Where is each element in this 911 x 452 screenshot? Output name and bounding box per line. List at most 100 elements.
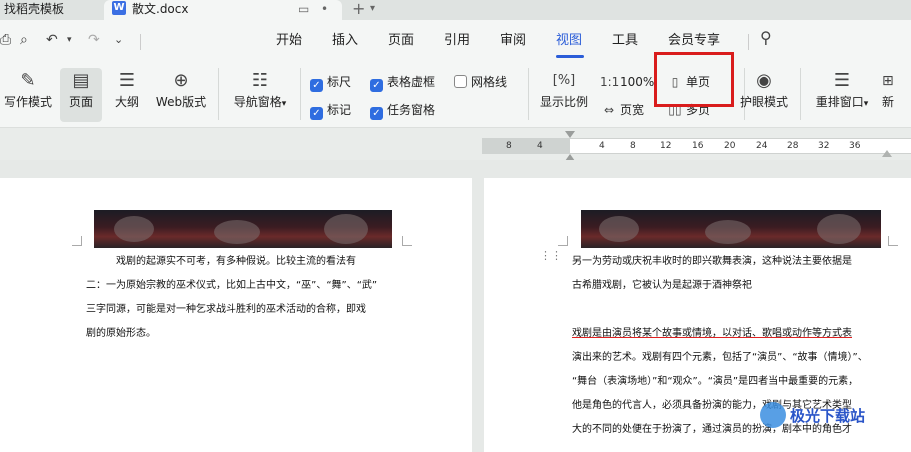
paragraph-line: “舞台（表演场地）”和“观众”。“演员”是四者当中最重要的元素，	[572, 376, 859, 387]
zoom-button[interactable]: [%] 显示比例	[536, 68, 592, 122]
view-ribbon: ✎ 写作模式 ▤ 页面 ☰ 大纲 ⊕ Web版式 ☷ 导航窗格▾ ✓ 标尺 ✓ 表格…	[0, 60, 911, 128]
highlight-box	[654, 52, 734, 107]
more-icon[interactable]: ⌄	[114, 32, 123, 48]
write-mode-button[interactable]: ✎ 写作模式	[2, 68, 54, 122]
check-icon: ✓	[370, 107, 383, 120]
page-banner-image	[581, 210, 881, 248]
paragraph-line: 戏剧的起源实不可考，有多种假说。比较主流的看法有	[116, 256, 356, 267]
ruler-tick: 36	[849, 141, 861, 151]
zoom-100-label: 100%	[620, 75, 655, 89]
tab-document-label: 散文.docx	[132, 2, 189, 16]
menu-member[interactable]: 会员专享	[668, 32, 720, 50]
outline-icon: ☰	[118, 70, 136, 91]
menu-row: ⎙ ⌕ ↶ ▾ ↷ ⌄ 开始 插入 页面 引用 审阅 视图 工具 会员专享 ⚲	[0, 20, 911, 60]
paragraph-line: 剧的原始形态。	[86, 328, 156, 339]
checkbox-empty-icon	[454, 75, 467, 88]
new-tab-button[interactable]: +	[352, 0, 365, 18]
zoom-100-button[interactable]: 1:1100%	[600, 74, 654, 90]
divider	[140, 34, 141, 50]
ruler-tick: 28	[787, 141, 799, 151]
redo-icon[interactable]: ↷	[88, 32, 100, 48]
outline-button[interactable]: ☰ 大纲	[108, 68, 146, 122]
menu-insert[interactable]: 插入	[332, 32, 358, 50]
divider	[748, 34, 749, 50]
page-width-button[interactable]: ⇔ 页宽	[600, 102, 644, 118]
one-to-one-icon: 1:1	[600, 75, 620, 89]
menu-view[interactable]: 视图	[556, 32, 582, 50]
divider	[218, 68, 219, 120]
web-layout-button[interactable]: ⊕ Web版式	[152, 68, 210, 122]
ruler-margin	[482, 138, 570, 154]
dot-icon[interactable]: •	[321, 0, 328, 18]
margin-mark	[72, 236, 82, 246]
new-window-button[interactable]: ⊞ 新	[882, 68, 911, 122]
paragraph-line: 另一为劳动或庆祝丰收时的即兴歌舞表演，这种说法主要依据是	[572, 256, 852, 267]
eye-icon: ◉	[756, 70, 772, 91]
tab-bar: 找稻壳模板 W 散文.docx ▭ • + ▾	[0, 0, 911, 20]
eye-protect-label: 护眼模式	[739, 95, 788, 109]
pen-icon: ✎	[20, 70, 36, 91]
chevron-down-icon: ▾	[281, 99, 287, 109]
menu-references[interactable]: 引用	[444, 32, 470, 50]
menu-home[interactable]: 开始	[276, 32, 302, 50]
page-view-button[interactable]: ▤ 页面	[60, 68, 102, 122]
menu-tools[interactable]: 工具	[612, 32, 638, 50]
table-gridlines-checkbox[interactable]: ✓ 表格虚框	[370, 74, 435, 92]
left-page[interactable]: 戏剧的起源实不可考，有多种假说。比较主流的看法有 二：一为原始宗教的巫术仪式，比…	[0, 178, 472, 452]
task-pane-checkbox[interactable]: ✓ 任务窗格	[370, 102, 435, 120]
gridlines-checkbox[interactable]: 网格线	[454, 74, 507, 90]
globe-icon: ⊕	[173, 70, 189, 91]
menu-page[interactable]: 页面	[388, 32, 414, 50]
undo-icon[interactable]: ↶	[46, 32, 58, 48]
first-line-indent-marker[interactable]	[565, 131, 575, 138]
ruler-tick: 20	[724, 141, 736, 151]
print-icon[interactable]: ⎙	[0, 32, 11, 48]
ruler-tick: 8	[506, 141, 512, 151]
margin-mark	[558, 236, 568, 246]
tab-dropdown-icon[interactable]: ▾	[370, 0, 375, 18]
ruler-tick: 4	[537, 141, 543, 151]
tab-template[interactable]: 找稻壳模板	[0, 0, 100, 20]
divider	[528, 68, 529, 120]
nav-pane-label: 导航窗格	[233, 95, 282, 109]
task-pane-label: 任务窗格	[387, 103, 436, 117]
rearrange-window-button[interactable]: ☰ 重排窗口▾	[810, 68, 874, 122]
nav-pane-button[interactable]: ☷ 导航窗格▾	[228, 68, 292, 122]
eye-protect-button[interactable]: ◉ 护眼模式	[736, 68, 792, 122]
rearrange-label: 重排窗口	[815, 95, 864, 109]
word-doc-icon: W	[112, 1, 126, 15]
screen-icon[interactable]: ▭	[298, 0, 309, 18]
watermark-logo-icon	[760, 402, 786, 428]
drag-handle-icon[interactable]: ⋮⋮	[540, 250, 562, 261]
margin-mark	[402, 236, 412, 246]
web-layout-label: Web版式	[155, 95, 207, 109]
table-gridlines-label: 表格虚框	[387, 75, 436, 89]
ruler-tick: 4	[599, 141, 605, 151]
paragraph-line: 古希腊戏剧，它被认为是起源于酒神祭祀	[572, 280, 752, 291]
page-icon: ▤	[72, 70, 90, 91]
right-indent-marker[interactable]	[882, 150, 892, 157]
undo-dropdown-icon[interactable]: ▾	[67, 32, 72, 48]
paragraph-line: 二：一为原始宗教的巫术仪式，比如上古中文，“巫”、“舞”、“武”	[86, 280, 378, 291]
ruler-tick: 16	[692, 141, 704, 151]
check-icon: ✓	[310, 107, 323, 120]
divider	[300, 68, 301, 120]
ruler-tick: 12	[660, 141, 672, 151]
print-preview-icon[interactable]: ⌕	[20, 32, 28, 48]
check-icon: ✓	[370, 79, 383, 92]
gridlines-label: 网格线	[471, 75, 508, 89]
outline-label: 大纲	[114, 95, 139, 109]
markup-label: 标记	[327, 103, 352, 117]
page-width-icon: ⇔	[603, 103, 615, 117]
page-banner-image	[94, 210, 392, 248]
paragraph-line: 三字同源，可能是对一种乞求战斗胜利的巫术活动的合称，即戏	[86, 304, 366, 315]
ruler-tick: 8	[630, 141, 636, 151]
ruler-label: 标尺	[327, 75, 352, 89]
menu-review[interactable]: 审阅	[500, 32, 526, 50]
ruler-checkbox[interactable]: ✓ 标尺	[310, 74, 351, 92]
window-stack-icon: ☰	[833, 70, 851, 91]
search-icon[interactable]: ⚲	[760, 30, 772, 46]
paragraph-line: 戏剧是由演员将某个故事或情境，以对话、歌唱或动作等方式表	[572, 328, 852, 339]
percent-icon: [%]	[552, 73, 576, 88]
markup-checkbox[interactable]: ✓ 标记	[310, 102, 351, 120]
